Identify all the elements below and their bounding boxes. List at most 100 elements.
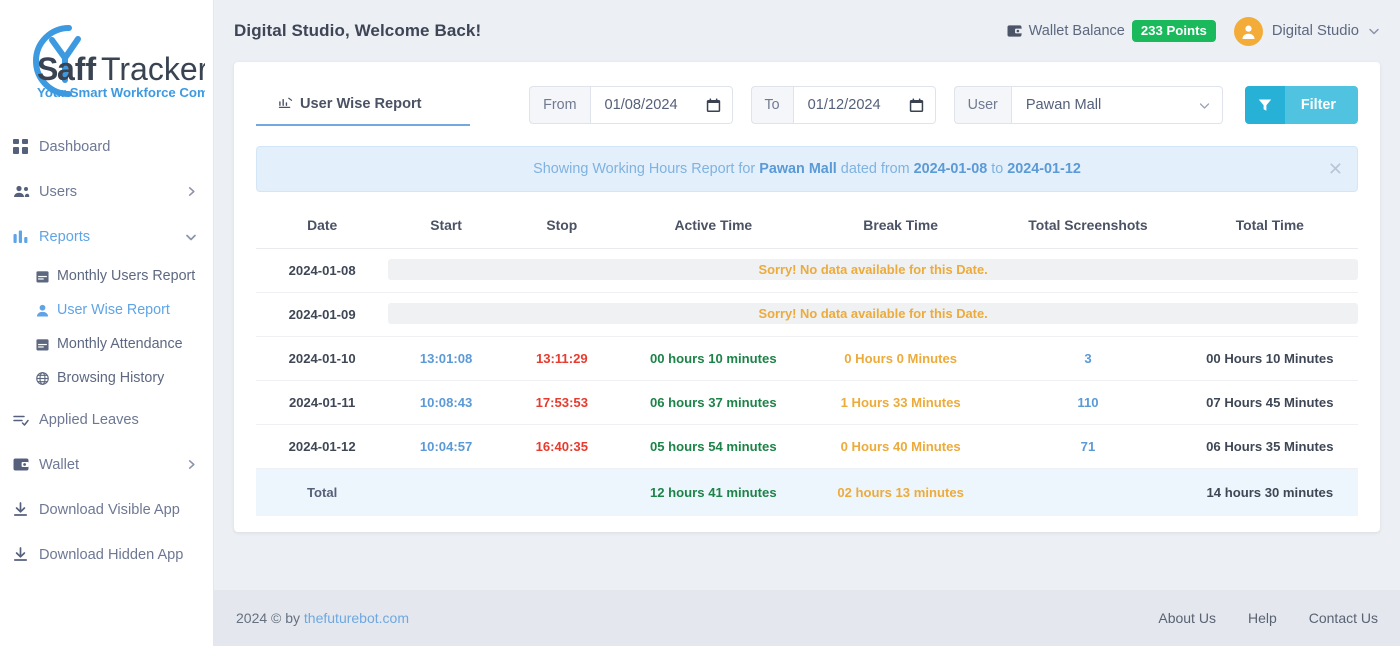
main-area: Digital Studio, Welcome Back! Wallet Bal…	[214, 0, 1400, 646]
from-date-input[interactable]: 01/08/2024	[589, 86, 733, 124]
to-date-input[interactable]: 01/12/2024	[792, 86, 936, 124]
sidebar-item-download-hidden-app[interactable]: Download Hidden App	[0, 532, 213, 577]
report-info-banner: Showing Working Hours Report for Pawan M…	[256, 146, 1358, 192]
table-body: 2024-01-08 Sorry! No data available for …	[256, 248, 1358, 516]
list-check-icon	[13, 413, 39, 427]
alert-middle: dated from	[836, 161, 914, 177]
column-header-total-time: Total Time	[1181, 205, 1358, 249]
to-date-value: 01/12/2024	[807, 97, 881, 113]
footer-site-link[interactable]: thefuturebot.com	[304, 610, 409, 626]
user-label: User	[953, 86, 1011, 124]
close-icon[interactable]: ✕	[1328, 160, 1343, 178]
cell-date: 2024-01-10	[256, 336, 389, 381]
table-row: 2024-01-11 10:08:43 17:53:53 06 hours 37…	[256, 380, 1358, 425]
footer-link-contact-us[interactable]: Contact Us	[1309, 610, 1378, 626]
wallet-icon	[13, 457, 39, 472]
column-header-active-time: Active Time	[619, 205, 807, 249]
user-select-value: Pawan Mall	[1025, 97, 1102, 113]
footer-link-about-us[interactable]: About Us	[1158, 610, 1216, 626]
download-icon	[13, 547, 39, 562]
cell-total-active-time: 12 hours 41 minutes	[619, 468, 807, 516]
column-header-break-time: Break Time	[806, 205, 995, 249]
alert-prefix: Showing Working Hours Report for	[533, 161, 760, 177]
no-data-message: Sorry! No data available for this Date.	[388, 259, 1358, 280]
chevron-right-icon	[186, 459, 197, 470]
column-header-date: Date	[256, 205, 389, 249]
sidebar-item-label: Reports	[39, 228, 91, 245]
sidebar-nav: Dashboard Users Reports Monthly Users Re…	[0, 122, 213, 577]
cell-screenshots: 71	[994, 424, 1182, 469]
wallet-balance-label: Wallet Balance	[1028, 22, 1125, 39]
app-logo[interactable]: S aff Tracker Your Smart Workforce Compa…	[0, 4, 213, 122]
cell-stop: 17:53:53	[503, 380, 620, 425]
cell-empty	[388, 468, 504, 516]
cell-start: 13:01:08	[388, 336, 504, 381]
user-select[interactable]: Pawan Mall	[1010, 86, 1223, 124]
sidebar-subitem-label: Monthly Attendance	[57, 336, 183, 352]
staff-tracker-logo-icon: S aff Tracker Your Smart Workforce Compa…	[32, 25, 205, 100]
sidebar-item-reports[interactable]: Reports	[0, 214, 213, 259]
chevron-down-icon	[185, 231, 197, 243]
table-row: 2024-01-08 Sorry! No data available for …	[256, 248, 1358, 293]
cell-total-break-time: 02 hours 13 minutes	[806, 468, 995, 516]
reports-submenu: Monthly Users Report User Wise Report Mo…	[0, 259, 213, 397]
no-data-message: Sorry! No data available for this Date.	[388, 303, 1358, 324]
download-icon	[13, 502, 39, 517]
sidebar-item-label: Applied Leaves	[39, 411, 139, 428]
svg-text:S: S	[37, 51, 58, 87]
chevron-right-icon	[186, 186, 197, 197]
cell-date: 2024-01-09	[256, 292, 389, 337]
cell-total-time: 07 Hours 45 Minutes	[1181, 380, 1358, 425]
report-card: User Wise Report From 01/08/2024 To 01/1…	[234, 62, 1380, 532]
sidebar-subitem-label: Browsing History	[57, 370, 165, 386]
tab-user-wise-report[interactable]: User Wise Report	[256, 84, 470, 126]
from-label: From	[529, 86, 590, 124]
sidebar-item-applied-leaves[interactable]: Applied Leaves	[0, 397, 213, 442]
footer-link-help[interactable]: Help	[1248, 610, 1277, 626]
calendar-icon	[36, 270, 57, 283]
sidebar-item-monthly-attendance[interactable]: Monthly Attendance	[0, 327, 213, 361]
table-row: 2024-01-10 13:01:08 13:11:29 00 hours 10…	[256, 336, 1358, 381]
column-header-start: Start	[388, 205, 504, 249]
cell-break-time: 0 Hours 0 Minutes	[806, 336, 995, 381]
cell-screenshots: 3	[994, 336, 1182, 381]
header-right: Wallet Balance 233 Points Digital Studio	[1007, 16, 1380, 46]
person-icon	[36, 304, 57, 317]
user-menu-label: Digital Studio	[1271, 23, 1359, 39]
filter-button-label: Filter	[1284, 86, 1358, 124]
filter-toolbar: User Wise Report From 01/08/2024 To 01/1…	[256, 84, 1358, 126]
calendar-icon[interactable]	[706, 98, 721, 113]
sidebar-item-browsing-history[interactable]: Browsing History	[0, 361, 213, 395]
wallet-balance[interactable]: Wallet Balance 233 Points	[1007, 19, 1216, 43]
cell-active-time: 05 hours 54 minutes	[619, 424, 807, 469]
wallet-icon	[1007, 24, 1022, 38]
user-menu[interactable]: Digital Studio	[1233, 16, 1380, 46]
funnel-icon	[1244, 86, 1285, 124]
table-total-row: Total 12 hours 41 minutes 02 hours 13 mi…	[256, 468, 1358, 516]
sidebar-item-user-wise-report[interactable]: User Wise Report	[0, 293, 213, 327]
calendar-icon	[36, 338, 57, 351]
sidebar-item-label: Users	[39, 183, 78, 200]
filter-button[interactable]: Filter	[1244, 86, 1358, 124]
sidebar-item-label: Dashboard	[39, 138, 111, 155]
sidebar-item-download-visible-app[interactable]: Download Visible App	[0, 487, 213, 532]
cell-stop: 16:40:35	[503, 424, 620, 469]
table-head: Date Start Stop Active Time Break Time T…	[256, 205, 1358, 249]
alert-user: Pawan Mall	[759, 161, 837, 177]
sidebar: S aff Tracker Your Smart Workforce Compa…	[0, 0, 214, 646]
sidebar-item-monthly-users-report[interactable]: Monthly Users Report	[0, 259, 213, 293]
analytics-icon	[278, 95, 293, 113]
cell-no-data: Sorry! No data available for this Date.	[388, 248, 1358, 293]
sidebar-item-wallet[interactable]: Wallet	[0, 442, 213, 487]
page-title: Digital Studio, Welcome Back!	[234, 21, 482, 40]
grid-icon	[13, 138, 39, 155]
report-table: Date Start Stop Active Time Break Time T…	[256, 205, 1358, 516]
sidebar-item-users[interactable]: Users	[0, 169, 213, 214]
cell-total-label: Total	[256, 468, 389, 516]
content-area: User Wise Report From 01/08/2024 To 01/1…	[214, 62, 1400, 556]
sidebar-item-dashboard[interactable]: Dashboard	[0, 124, 213, 169]
wallet-points-badge: 233 Points	[1131, 19, 1216, 43]
sidebar-item-label: Download Visible App	[39, 501, 180, 518]
table-header-row: Date Start Stop Active Time Break Time T…	[256, 205, 1358, 249]
calendar-icon[interactable]	[909, 98, 924, 113]
